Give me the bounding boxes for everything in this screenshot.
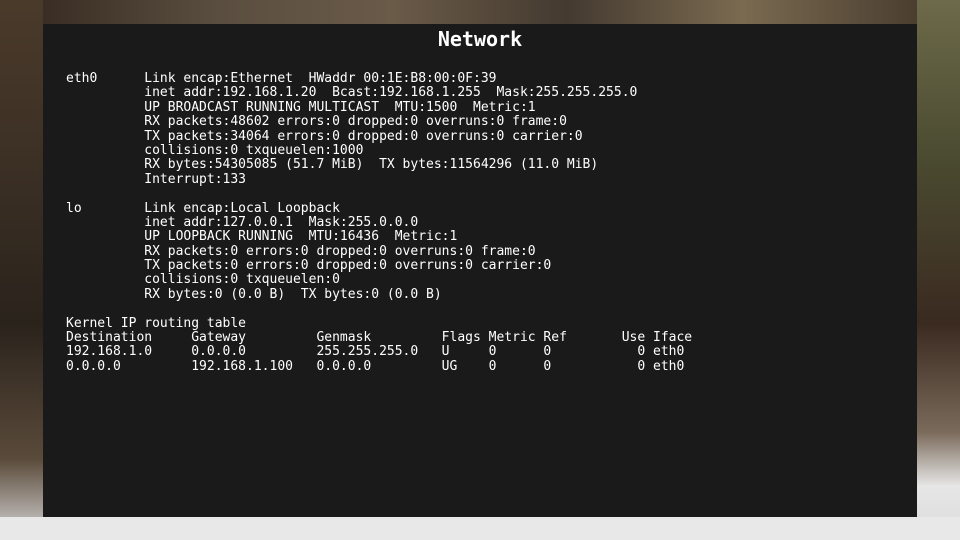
interface-eth0-line: collisions:0 txqueuelen:1000	[66, 142, 364, 158]
interface-eth0-line: eth0 Link encap:Ethernet HWaddr 00:1E:B8…	[66, 71, 497, 86]
interface-eth0-line: TX packets:34064 errors:0 dropped:0 over…	[66, 128, 583, 144]
interface-eth0-line: Interrupt:133	[66, 171, 247, 187]
network-screen: Network eth0 Link encap:Ethernet HWaddr …	[43, 24, 917, 517]
interface-lo-line: UP LOOPBACK RUNNING MTU:16436 Metric:1	[66, 229, 458, 245]
interface-lo-line: inet addr:127.0.0.1 Mask:255.0.0.0	[66, 214, 419, 230]
background-top	[43, 0, 917, 24]
routing-table-header: Destination Gateway Genmask Flags Metric…	[66, 330, 693, 346]
terminal-output: eth0 Link encap:Ethernet HWaddr 00:1E:B8…	[66, 71, 693, 374]
interface-lo-line: RX packets:0 errors:0 dropped:0 overruns…	[66, 243, 536, 259]
routing-table-row: 192.168.1.0 0.0.0.0 255.255.255.0 U 0 0 …	[66, 344, 685, 360]
interface-lo-line: collisions:0 txqueuelen:0	[66, 272, 340, 288]
interface-lo-line: TX packets:0 errors:0 dropped:0 overruns…	[66, 258, 552, 274]
background-bottom	[0, 517, 960, 540]
background-right	[917, 0, 960, 540]
interface-eth0-line: RX bytes:54305085 (51.7 MiB) TX bytes:11…	[66, 157, 599, 173]
interface-eth0-line: inet addr:192.168.1.20 Bcast:192.168.1.2…	[66, 85, 638, 101]
background-left	[0, 0, 43, 540]
interface-lo-line: RX bytes:0 (0.0 B) TX bytes:0 (0.0 B)	[66, 286, 442, 302]
routing-table-title: Kernel IP routing table	[66, 315, 247, 331]
interface-eth0-line: RX packets:48602 errors:0 dropped:0 over…	[66, 114, 567, 130]
interface-lo-line: lo Link encap:Local Loopback	[66, 200, 340, 216]
screen-title: Network	[437, 27, 523, 51]
routing-table-row: 0.0.0.0 192.168.1.100 0.0.0.0 UG 0 0 0 e…	[66, 358, 685, 374]
interface-eth0-line: UP BROADCAST RUNNING MULTICAST MTU:1500 …	[66, 99, 536, 115]
